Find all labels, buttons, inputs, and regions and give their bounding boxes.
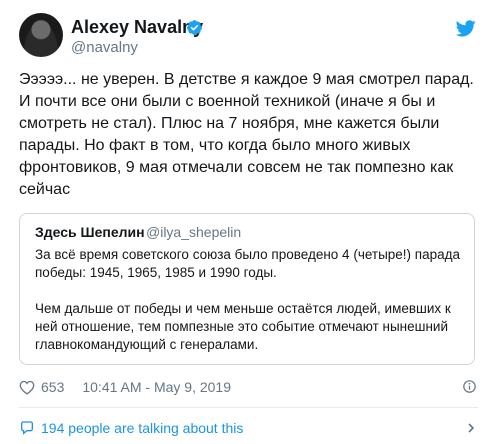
quoted-paragraph-2: Чем дальше от победы и чем меньше остаёт… — [35, 301, 451, 352]
tweet-text: Эээээ... не уверен. В детстве я каждое 9… — [19, 71, 474, 198]
talking-count-text[interactable]: 194 people are talking about this — [41, 418, 243, 438]
avatar[interactable] — [19, 13, 63, 57]
twitter-bird-icon[interactable] — [456, 20, 476, 37]
quoted-author-name: Здесь Шепелин — [35, 224, 145, 240]
verified-badge-icon — [187, 20, 202, 35]
quoted-tweet[interactable]: Здесь Шепелин @ilya_shepelin За всё врем… — [19, 213, 475, 365]
author-name[interactable]: Alexey Navalny — [71, 17, 203, 37]
heart-icon[interactable] — [19, 380, 35, 395]
timestamp-link[interactable]: 10:41 AM - May 9, 2019 — [82, 377, 231, 397]
quoted-paragraph-1: За всё время советского союза было прове… — [35, 247, 461, 280]
chat-bubble-icon — [21, 421, 33, 435]
author-handle[interactable]: @navalny — [71, 39, 138, 57]
embedded-tweet: Alexey Navalny @navalny Эээээ... не увер… — [0, 0, 496, 444]
like-count[interactable]: 653 — [41, 377, 64, 397]
chevron-right-icon[interactable] — [466, 423, 476, 433]
conversation-link[interactable]: 194 people are talking about this — [19, 418, 243, 438]
info-icon[interactable] — [463, 380, 476, 393]
divider — [19, 407, 478, 408]
tweet-meta: 653 10:41 AM - May 9, 2019 — [19, 377, 231, 397]
quoted-tweet-text: За всё время советского союза было прове… — [35, 246, 465, 354]
quoted-author-handle: @ilya_shepelin — [146, 224, 242, 240]
